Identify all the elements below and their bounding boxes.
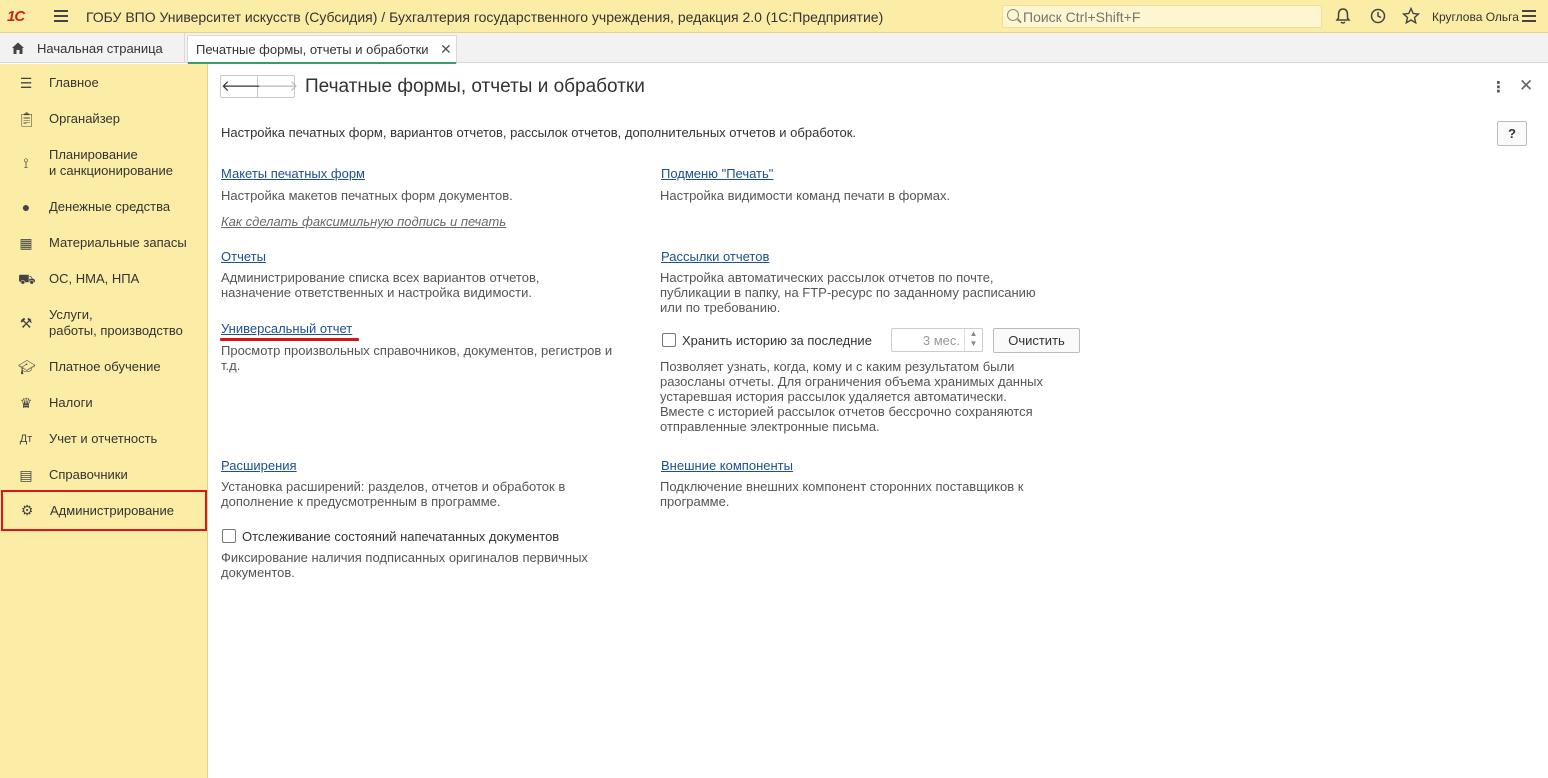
close-tab-icon[interactable]: ✕: [440, 41, 452, 58]
app-title: ГОБУ ВПО Университет искусств (Субсидия)…: [86, 9, 884, 25]
more-actions-icon[interactable]: ⋮: [1491, 78, 1506, 96]
sidebar-item-planning[interactable]: ⟟ Планирование и санкционирование: [0, 146, 208, 180]
sidebar-item-main[interactable]: ☰ Главное: [0, 74, 208, 92]
user-name[interactable]: Круглова Ольга: [1432, 10, 1519, 24]
nav-buttons: 🡐 🡒: [220, 75, 298, 98]
history-icon[interactable]: [1368, 7, 1388, 27]
sidebar-item-references[interactable]: ▤ Справочники: [0, 466, 208, 484]
coin-icon: ●: [21, 199, 31, 215]
tools-icon: ⚒: [19, 315, 33, 331]
sidebar-item-taxes[interactable]: ♛ Налоги: [0, 394, 208, 412]
chart-icon: ⟟: [23, 155, 29, 171]
print-layouts-desc: Настройка макетов печатных форм документ…: [221, 188, 513, 203]
reports-desc: Администрирование списка всех вариантов …: [221, 270, 540, 300]
graduation-icon: 🎓︎: [18, 359, 36, 375]
tab-home[interactable]: Начальная страница: [0, 33, 185, 63]
sidebar-item-fixed-assets[interactable]: ⛟ ОС, НМА, НПА: [0, 270, 208, 288]
link-print-layouts[interactable]: Макеты печатных форм: [221, 166, 365, 181]
gear-icon: ⚙: [20, 502, 34, 518]
back-arrow-icon[interactable]: 🡐: [221, 76, 261, 97]
truck-icon: ⛟: [18, 271, 36, 287]
sidebar-item-administration[interactable]: ⚙ Администрирование: [1, 490, 207, 531]
book-icon: ▤: [19, 467, 33, 483]
search-box[interactable]: [1002, 5, 1322, 28]
tab-bar: Начальная страница Печатные формы, отчет…: [0, 33, 1548, 64]
app-logo: 1С: [7, 8, 25, 25]
external-components-desc: Подключение внешних компонент сторонних …: [660, 479, 1024, 509]
link-facsimile[interactable]: Как сделать факсимильную подпись и печат…: [221, 214, 506, 229]
link-external-components[interactable]: Внешние компоненты: [661, 458, 793, 473]
tracking-checkbox[interactable]: [222, 529, 236, 543]
close-form-icon[interactable]: ✕: [1519, 76, 1533, 96]
history-label[interactable]: Хранить историю за последние: [682, 333, 872, 348]
home-icon: [12, 42, 24, 54]
highlight-underline: [220, 338, 359, 341]
title-bar: 1С ГОБУ ВПО Университет искусств (Субсид…: [0, 0, 1548, 33]
page-title: Печатные формы, отчеты и обработки: [305, 76, 645, 97]
link-print-submenu[interactable]: Подменю "Печать": [661, 166, 773, 181]
main-menu-icon[interactable]: [54, 10, 68, 22]
history-period-field[interactable]: ▲▼: [891, 328, 983, 352]
sidebar-item-organizer[interactable]: 📋︎ Органайзер: [0, 110, 208, 128]
universal-report-desc: Просмотр произвольных справочников, доку…: [221, 343, 613, 373]
search-input[interactable]: [1023, 8, 1313, 26]
form-panel: 🡐 🡒 Печатные формы, отчеты и обработки ⋮…: [209, 64, 1548, 778]
form-intro: Настройка печатных форм, вариантов отчет…: [221, 125, 857, 140]
link-universal-report[interactable]: Универсальный отчет: [221, 321, 352, 336]
sidebar-item-inventory[interactable]: ▦ Материальные запасы: [0, 234, 208, 252]
link-reports[interactable]: Отчеты: [221, 249, 266, 264]
tab-print-forms[interactable]: Печатные формы, отчеты и обработки ✕: [187, 35, 457, 64]
forward-arrow-icon[interactable]: 🡒: [258, 76, 298, 97]
tracking-desc: Фиксирование наличия подписанных оригина…: [221, 550, 588, 580]
star-icon[interactable]: [1401, 6, 1421, 27]
link-extensions[interactable]: Расширения: [221, 458, 297, 473]
print-submenu-desc: Настройка видимости команд печати в форм…: [660, 188, 951, 203]
bell-icon[interactable]: [1333, 7, 1353, 27]
sidebar-item-accounting[interactable]: Дт Учет и отчетность: [0, 430, 208, 448]
sidebar-item-services[interactable]: ⚒ Услуги, работы, производство: [0, 306, 208, 340]
history-checkbox[interactable]: [662, 333, 676, 347]
settings-menu-icon[interactable]: [1522, 10, 1536, 25]
report-mailings-desc: Настройка автоматических рассылок отчето…: [660, 270, 1036, 315]
blocks-icon: ▦: [19, 235, 33, 251]
extensions-desc: Установка расширений: разделов, отчетов …: [221, 479, 566, 509]
tab-print-forms-label: Печатные формы, отчеты и обработки: [196, 42, 429, 57]
tracking-label[interactable]: Отслеживание состояний напечатанных доку…: [242, 529, 559, 544]
link-report-mailings[interactable]: Рассылки отчетов: [661, 249, 769, 264]
emblem-icon: ♛: [19, 395, 33, 411]
sidebar-item-paid-education[interactable]: 🎓︎ Платное обучение: [0, 358, 208, 376]
sidebar: ☰ Главное 📋︎ Органайзер ⟟ Планирование и…: [0, 64, 208, 778]
spinner-arrows-icon[interactable]: ▲ ▼: [964, 329, 982, 351]
search-icon: [1007, 9, 1019, 21]
history-desc: Позволяет узнать, когда, кому и с каким …: [660, 359, 1043, 434]
history-period-input[interactable]: [894, 332, 960, 348]
sidebar-item-cash[interactable]: ● Денежные средства: [0, 198, 208, 216]
menu-icon: ☰: [19, 75, 33, 91]
accounting-icon: Дт: [19, 433, 33, 445]
clear-history-button[interactable]: Очистить: [993, 328, 1080, 353]
help-button[interactable]: ?: [1497, 121, 1527, 146]
clipboard-icon: 📋︎: [18, 111, 36, 127]
tab-home-label: Начальная страница: [37, 41, 163, 56]
